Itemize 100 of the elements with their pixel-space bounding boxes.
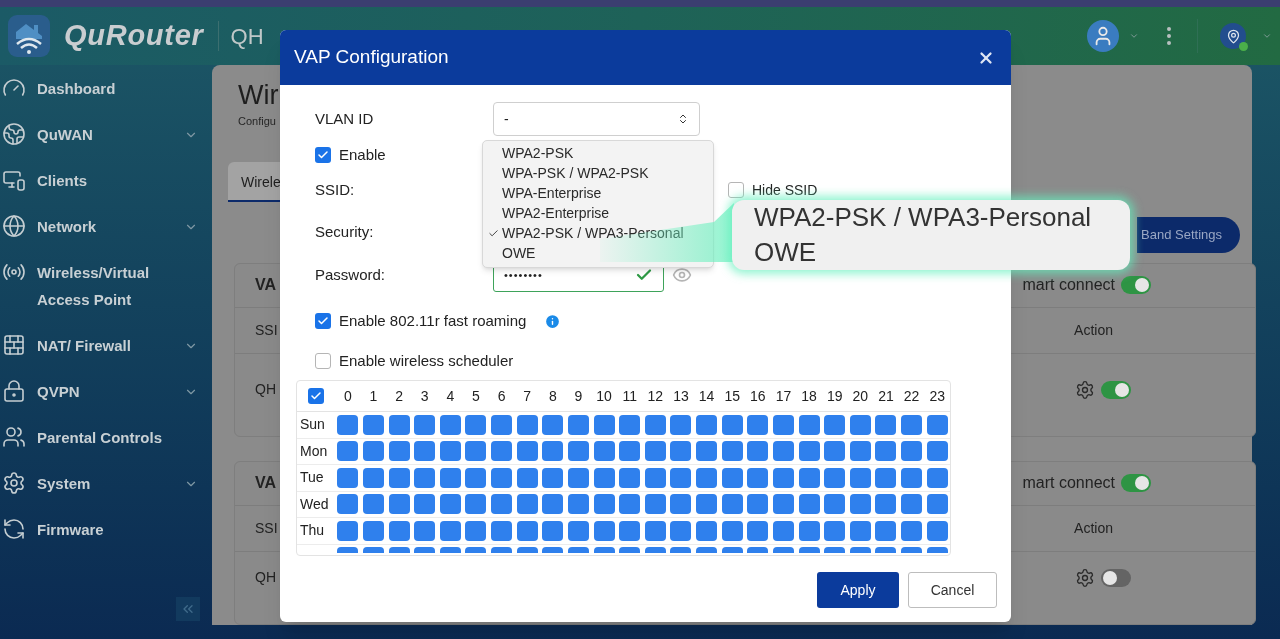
time-slot[interactable] bbox=[388, 441, 410, 462]
sidebar-item[interactable]: Network bbox=[0, 203, 212, 249]
time-slot[interactable] bbox=[798, 546, 820, 553]
time-slot[interactable] bbox=[593, 467, 615, 488]
time-slot[interactable] bbox=[619, 494, 641, 515]
time-slot[interactable] bbox=[414, 467, 436, 488]
time-slot[interactable] bbox=[337, 441, 359, 462]
time-slot[interactable] bbox=[593, 494, 615, 515]
time-slot[interactable] bbox=[926, 441, 948, 462]
time-slot[interactable] bbox=[875, 441, 897, 462]
time-slot[interactable] bbox=[824, 441, 846, 462]
time-slot[interactable] bbox=[721, 546, 743, 553]
time-slot[interactable] bbox=[337, 520, 359, 541]
time-slot[interactable] bbox=[901, 414, 923, 435]
sidebar-item[interactable]: Parental Controls bbox=[0, 414, 212, 460]
time-slot[interactable] bbox=[542, 414, 564, 435]
time-slot[interactable] bbox=[798, 520, 820, 541]
time-slot[interactable] bbox=[670, 414, 692, 435]
dropdown-option[interactable]: WPA-Enterprise bbox=[483, 183, 713, 203]
time-slot[interactable] bbox=[875, 494, 897, 515]
time-slot[interactable] bbox=[721, 467, 743, 488]
time-slot[interactable] bbox=[849, 467, 871, 488]
settings-icon[interactable] bbox=[1075, 567, 1095, 588]
time-slot[interactable] bbox=[388, 520, 410, 541]
time-slot[interactable] bbox=[849, 441, 871, 462]
time-slot[interactable] bbox=[491, 414, 513, 435]
time-slot[interactable] bbox=[567, 467, 589, 488]
select-all-checkbox[interactable] bbox=[308, 388, 324, 404]
time-slot[interactable] bbox=[798, 467, 820, 488]
time-slot[interactable] bbox=[414, 441, 436, 462]
time-slot[interactable] bbox=[414, 520, 436, 541]
toggle-switch[interactable] bbox=[1121, 276, 1151, 294]
time-slot[interactable] bbox=[491, 441, 513, 462]
time-slot[interactable] bbox=[798, 441, 820, 462]
time-slot[interactable] bbox=[644, 520, 666, 541]
time-slot[interactable] bbox=[362, 494, 384, 515]
time-slot[interactable] bbox=[644, 546, 666, 553]
time-slot[interactable] bbox=[542, 494, 564, 515]
sidebar-item[interactable]: Clients bbox=[0, 157, 212, 203]
time-slot[interactable] bbox=[901, 520, 923, 541]
toggle-switch[interactable] bbox=[1101, 568, 1131, 587]
time-slot[interactable] bbox=[721, 441, 743, 462]
apply-button[interactable]: Apply bbox=[817, 572, 899, 608]
time-slot[interactable] bbox=[619, 441, 641, 462]
time-slot[interactable] bbox=[516, 414, 538, 435]
time-slot[interactable] bbox=[542, 441, 564, 462]
time-slot[interactable] bbox=[721, 494, 743, 515]
time-slot[interactable] bbox=[567, 414, 589, 435]
vlan-id-select[interactable]: - bbox=[493, 102, 700, 136]
time-slot[interactable] bbox=[747, 520, 769, 541]
time-slot[interactable] bbox=[593, 546, 615, 553]
time-slot[interactable] bbox=[619, 414, 641, 435]
band-settings-button[interactable]: Band Settings bbox=[1137, 216, 1240, 253]
time-slot[interactable] bbox=[593, 441, 615, 462]
time-slot[interactable] bbox=[619, 520, 641, 541]
sidebar-item[interactable]: NAT/ Firewall bbox=[0, 322, 212, 368]
time-slot[interactable] bbox=[491, 467, 513, 488]
time-slot[interactable] bbox=[465, 494, 487, 515]
time-slot[interactable] bbox=[926, 467, 948, 488]
time-slot[interactable] bbox=[875, 414, 897, 435]
sidebar-item[interactable]: QuWAN bbox=[0, 111, 212, 157]
time-slot[interactable] bbox=[516, 494, 538, 515]
settings-icon[interactable] bbox=[1075, 379, 1095, 400]
time-slot[interactable] bbox=[337, 414, 359, 435]
time-slot[interactable] bbox=[542, 467, 564, 488]
time-slot[interactable] bbox=[644, 441, 666, 462]
time-slot[interactable] bbox=[772, 441, 794, 462]
time-slot[interactable] bbox=[644, 467, 666, 488]
time-slot[interactable] bbox=[362, 467, 384, 488]
time-slot[interactable] bbox=[439, 520, 461, 541]
collapse-sidebar-button[interactable] bbox=[176, 597, 200, 621]
time-slot[interactable] bbox=[337, 494, 359, 515]
time-slot[interactable] bbox=[696, 414, 718, 435]
time-slot[interactable] bbox=[772, 494, 794, 515]
enable-checkbox[interactable] bbox=[315, 147, 331, 163]
time-slot[interactable] bbox=[491, 494, 513, 515]
sidebar-item[interactable]: Dashboard bbox=[0, 65, 212, 111]
time-slot[interactable] bbox=[567, 520, 589, 541]
time-slot[interactable] bbox=[849, 494, 871, 515]
time-slot[interactable] bbox=[721, 414, 743, 435]
time-slot[interactable] bbox=[798, 414, 820, 435]
hide-ssid-checkbox[interactable] bbox=[728, 182, 744, 198]
time-slot[interactable] bbox=[414, 494, 436, 515]
time-slot[interactable] bbox=[721, 520, 743, 541]
time-slot[interactable] bbox=[465, 520, 487, 541]
sidebar-item[interactable]: Wireless/Virtual Access Point bbox=[0, 249, 212, 322]
time-slot[interactable] bbox=[747, 546, 769, 553]
time-slot[interactable] bbox=[362, 520, 384, 541]
time-slot[interactable] bbox=[465, 414, 487, 435]
time-slot[interactable] bbox=[901, 441, 923, 462]
sidebar-item[interactable]: System bbox=[0, 460, 212, 506]
time-slot[interactable] bbox=[439, 467, 461, 488]
time-slot[interactable] bbox=[465, 546, 487, 553]
dropdown-option[interactable]: WPA-PSK / WPA2-PSK bbox=[483, 163, 713, 183]
time-slot[interactable] bbox=[542, 546, 564, 553]
eye-icon[interactable] bbox=[672, 265, 692, 285]
time-slot[interactable] bbox=[567, 494, 589, 515]
time-slot[interactable] bbox=[696, 520, 718, 541]
time-slot[interactable] bbox=[491, 546, 513, 553]
time-slot[interactable] bbox=[593, 414, 615, 435]
